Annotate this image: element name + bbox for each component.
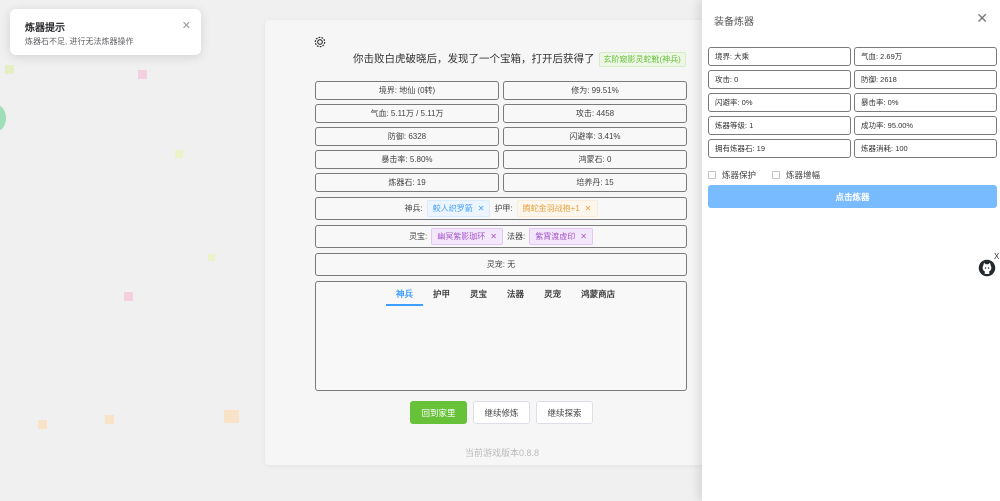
drawer-title: 装备炼器 [714,17,754,28]
refine-stat-crit: 暴击率: 0% [854,93,997,112]
stat-refine-stone: 炼器石: 19 [315,173,499,192]
tab-hongmeng-shop[interactable]: 鸿蒙商店 [571,288,625,306]
refine-protect-checkbox[interactable]: 炼器保护 [708,169,756,181]
close-icon[interactable]: ✕ [478,204,485,213]
close-icon[interactable]: ✕ [580,232,587,241]
stat-hp: 气血: 5.11万 / 5.11万 [315,104,499,123]
confetti [5,65,14,74]
stat-attack: 攻击: 4458 [503,104,687,123]
game-version: 当前游戏版本0.8.8 [465,448,540,458]
stat-defense: 防御: 6328 [315,127,499,146]
treasure-label: 灵宝: [409,232,428,241]
magic-name: 紫霄渡虚印 [535,232,576,241]
refine-button[interactable]: 点击炼器 [708,185,997,208]
armor-name: 腾蛇金羽战袍+1 [522,204,580,213]
confetti [124,292,133,301]
refine-stat-realm: 境界: 大乘 [708,47,851,66]
checkbox-box[interactable] [772,171,780,179]
refine-boost-label: 炼器增幅 [786,170,821,180]
tab-treasure[interactable]: 灵宝 [460,288,497,306]
confetti [105,415,114,424]
story-text: 你击败白虎破晓后，发现了一个宝箱，打开后获得了 [353,53,595,65]
weapon-tag[interactable]: 鲛人织罗箭 ✕ [426,200,491,217]
magic-label: 法器: [507,232,526,241]
close-icon[interactable]: ✕ [182,19,191,32]
confetti [138,70,147,79]
refine-stat-attack: 攻击: 0 [708,70,851,89]
pet-row: 灵宠: 无 [315,253,687,276]
treasure-tag[interactable]: 幽冥紫影珈环 ✕ [431,228,503,245]
weapon-name: 鲛人织罗箭 [432,204,473,213]
continue-exploring-button[interactable]: 继续探索 [536,401,593,424]
stat-dodge: 闪避率: 3.41% [503,127,687,146]
stat-cultivation: 修为: 99.51% [503,81,687,100]
refine-boost-checkbox[interactable]: 炼器增幅 [772,169,820,181]
close-icon[interactable]: ✕ [976,10,988,27]
confetti [208,254,215,261]
story-message: 你击败白虎破晓后，发现了一个宝箱，打开后获得了 玄阶窥影灵蛇靴(神兵) [353,51,686,67]
tab-pet[interactable]: 灵宠 [534,288,571,306]
game-panel: 你击败白虎破晓后，发现了一个宝箱，打开后获得了 玄阶窥影灵蛇靴(神兵) 境界: 地… [265,20,705,465]
refine-stat-success-rate: 成功率: 95.00% [854,116,997,135]
stat-crit: 暴击率: 5.80% [315,150,499,169]
loot-tag: 玄阶窥影灵蛇靴(神兵) [598,51,686,67]
tab-armor[interactable]: 护甲 [423,288,460,306]
refine-stat-cost: 炼器消耗: 100 [854,139,997,158]
settings-gear-icon[interactable] [313,35,327,49]
refine-protect-label: 炼器保护 [722,170,757,180]
armor-tag[interactable]: 腾蛇金羽战袍+1 ✕ [516,200,598,217]
notification-title: 炼器提示 [25,23,65,34]
equip-row-treasure-magic: 灵宝: 幽冥紫影珈环 ✕ 法器: 紫霄渡虚印 ✕ [315,225,687,248]
stat-pill: 培养丹: 15 [503,173,687,192]
notification-message: 炼器石不足, 进行无法炼器操作 [25,37,134,46]
armor-label: 护甲: [494,204,513,213]
tab-magic[interactable]: 法器 [497,288,534,306]
checkbox-box[interactable] [708,171,716,179]
refine-notification: 炼器提示 炼器石不足, 进行无法炼器操作 ✕ [10,9,201,55]
pet-value: 灵宠: 无 [486,260,516,269]
continue-training-button[interactable]: 继续修炼 [473,401,530,424]
stat-hongmeng-stone: 鸿蒙石: 0 [503,150,687,169]
go-home-button[interactable]: 回到家里 [410,401,467,424]
github-icon[interactable] [978,259,996,277]
refine-stat-defense: 防御: 2618 [854,70,997,89]
refine-stat-level: 炼器等级: 1 [708,116,851,135]
refine-drawer: 装备炼器 ✕ 境界: 大乘 气血: 2.69万 攻击: 0 防御: 2618 闪… [702,0,1000,501]
refine-stat-owned-stones: 拥有炼器石: 19 [708,139,851,158]
inventory-tabs-panel: 神兵 护甲 灵宝 法器 灵宠 鸿蒙商店 [315,281,687,391]
equip-row-weapon-armor: 神兵: 鲛人织罗箭 ✕ 护甲: 腾蛇金羽战袍+1 ✕ [315,197,687,220]
magic-tag[interactable]: 紫霄渡虚印 ✕ [529,228,593,245]
weapon-label: 神兵: [404,204,423,213]
floating-orb [0,105,6,131]
close-icon[interactable]: ✕ [585,204,592,213]
treasure-name: 幽冥紫影珈环 [437,232,486,241]
confetti [38,420,47,429]
refine-stat-dodge: 闪避率: 0% [708,93,851,112]
stat-realm: 境界: 地仙 (0转) [315,81,499,100]
confetti [224,410,239,423]
refine-stat-hp: 气血: 2.69万 [854,47,997,66]
close-icon[interactable]: ✕ [490,232,497,241]
tab-weapon[interactable]: 神兵 [386,288,424,306]
inventory-tabs: 神兵 护甲 灵宝 法器 灵宠 鸿蒙商店 [386,288,625,306]
confetti [175,150,183,158]
